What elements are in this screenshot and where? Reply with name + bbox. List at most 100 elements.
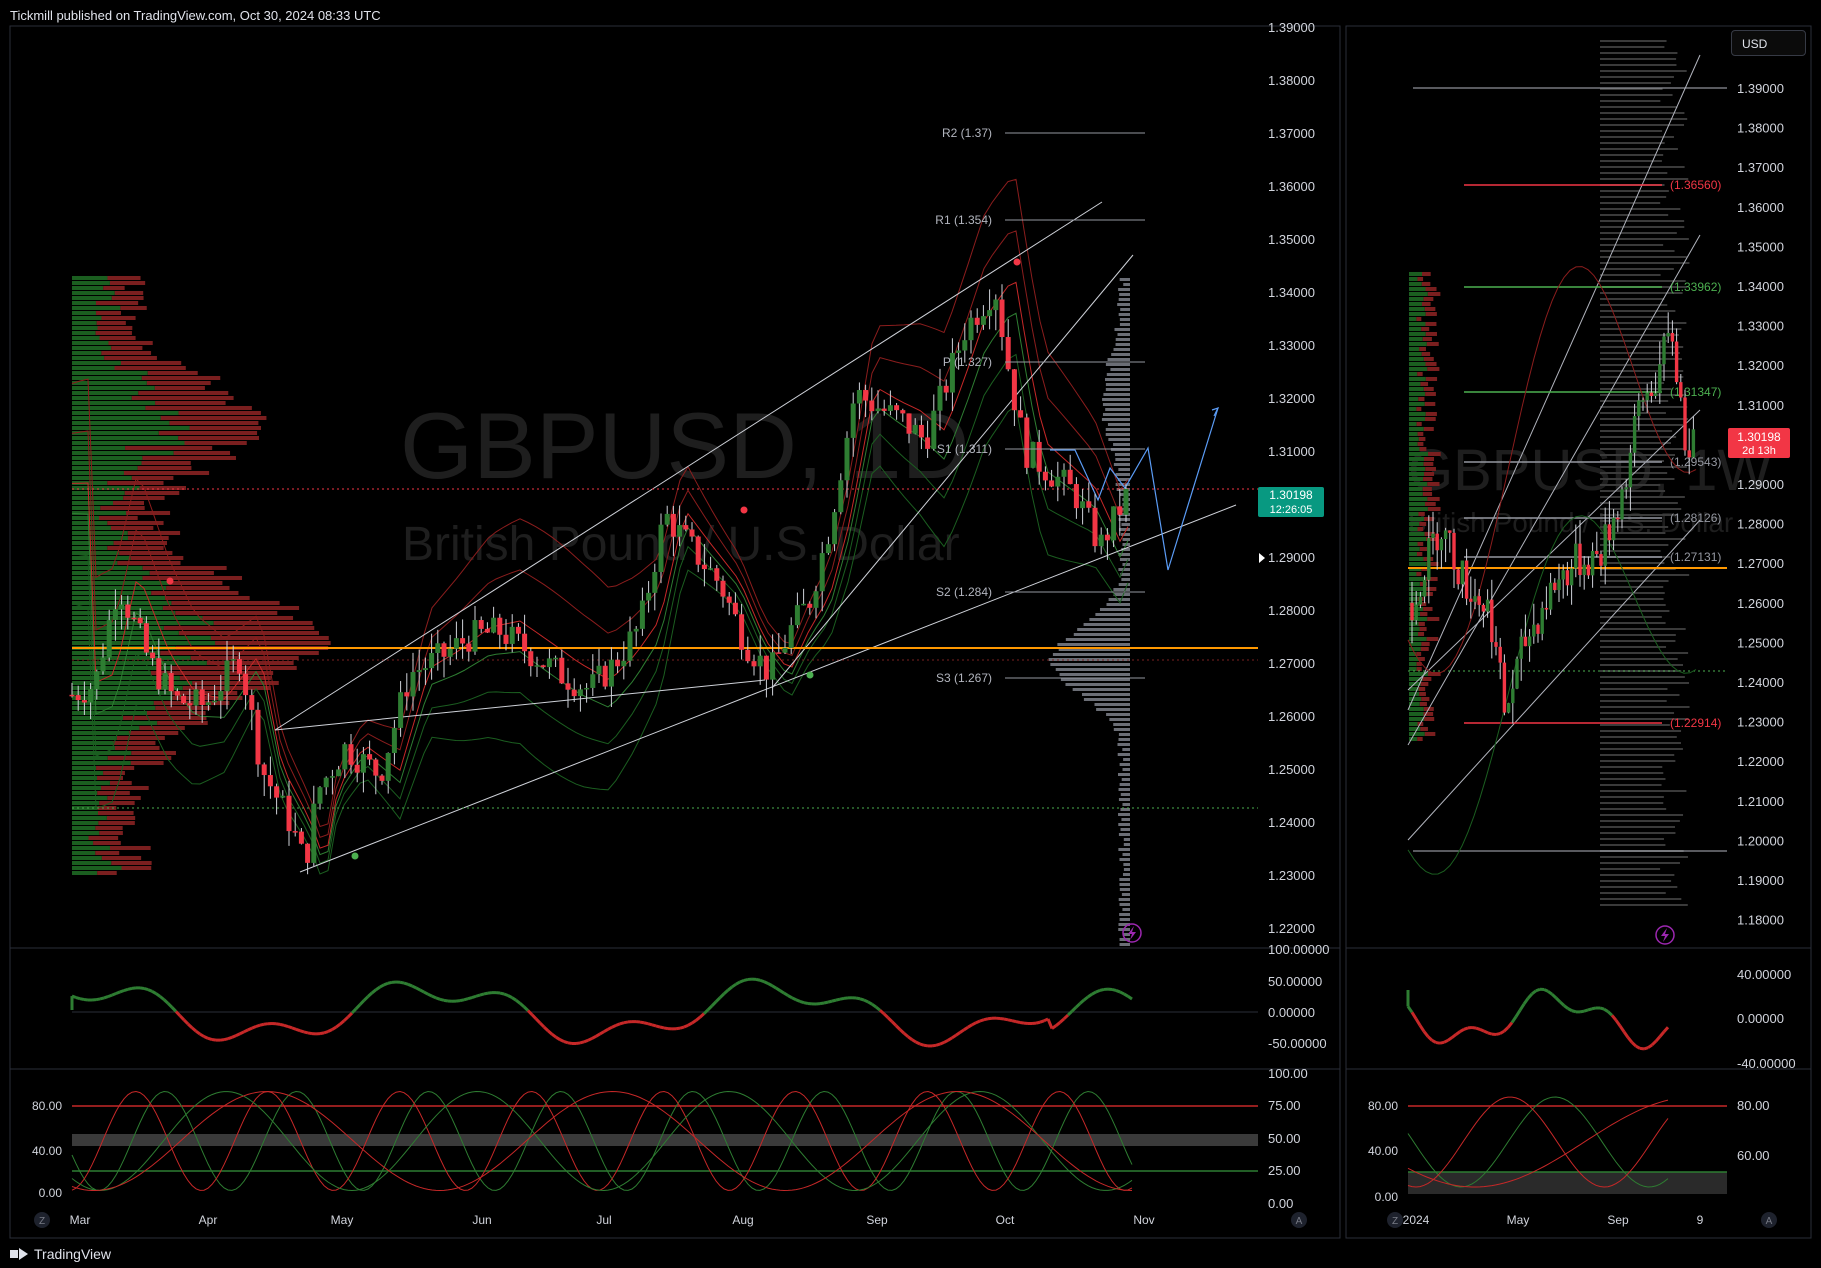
chart-layout: GBPUSD, 1D British Pound / U.S. Dollar G… [9,20,1812,1239]
osc-segment [1439,1040,1445,1045]
osc-segment [1630,1041,1638,1048]
volume-profile-bar [1409,447,1420,451]
volume-profile-bar [1117,773,1130,776]
osc-segment [155,992,161,998]
volume-profile-bar [72,561,118,565]
osc-segment [259,1022,265,1027]
osc-segment [499,991,505,996]
volume-profile-bar [1427,617,1440,621]
candle [1582,564,1586,576]
volume-profile-bar [1422,492,1433,496]
candle [1506,703,1511,713]
osc-segment [534,1017,542,1024]
osc-segment [714,996,722,1003]
side-scale-a-button[interactable]: A [1761,1212,1777,1228]
osc-segment [1535,987,1541,993]
osc-segment [639,1020,645,1025]
osc-segment [303,1030,309,1035]
osc-segment [647,1022,653,1027]
volume-profile-bar [110,526,154,530]
candle [348,744,354,765]
footer-brand[interactable]: TradingView [10,1246,111,1262]
volume-profile-bar [1409,277,1418,281]
osc-segment [907,1035,913,1041]
time-tick-label: May [331,1213,354,1227]
main-scale-z-button[interactable]: Z [34,1212,50,1228]
osc-segment [763,980,769,985]
price-tick-label: 1.24000 [1737,675,1784,690]
candle [732,602,738,615]
candle [974,317,980,325]
bolt-icon[interactable] [1655,925,1675,945]
volume-profile-bar [1600,214,1669,216]
osc-segment [823,1000,829,1005]
volume-profile-bar [1600,856,1688,858]
volume-profile-bar [93,841,121,845]
osc-segment [1547,990,1553,996]
volume-profile-bar [1121,818,1130,821]
price-tick-label: 1.18000 [1737,913,1784,928]
candle [1553,582,1557,591]
volume-profile-bar [72,556,131,560]
candle [373,759,379,776]
osc-segment [1583,1008,1589,1013]
volume-profile-bar [1409,307,1425,311]
volume-profile-bar [1419,447,1427,451]
volume-profile-bar [72,466,138,470]
volume-profile-bar [72,281,110,285]
osc-segment [295,1027,301,1033]
osc-segment [1662,1026,1670,1033]
osc-segment [890,1020,898,1027]
time-tick-label: Jun [472,1213,491,1227]
osc-tick-label: 50.00000 [1268,974,1322,989]
candle [993,299,999,311]
osc-segment [195,1029,201,1036]
volume-profile-bar [95,826,123,830]
volume-profile-bar [1600,100,1661,102]
osc-segment [1055,1021,1061,1027]
volume-profile-bar [1600,724,1670,726]
osc-segment [1455,1030,1461,1036]
volume-profile-bar [1600,886,1678,888]
currency-button[interactable]: USD [1731,30,1806,56]
osc-segment [1099,987,1105,992]
volume-profile-bar [72,421,170,425]
price-tick-label: 1.36000 [1268,179,1315,194]
price-tick-label: 1.32000 [1268,391,1315,406]
osc-segment [955,1031,961,1037]
volume-profile-bar [72,511,127,515]
volume-profile-bar [72,671,151,675]
volume-profile-bar [72,731,130,735]
volume-profile-bar [146,381,211,385]
volume-profile-bar [1419,347,1426,351]
osc-tick-label: 0.00000 [1737,1011,1784,1026]
osc-segment [1015,1020,1021,1024]
osc-segment [207,1036,213,1041]
volume-profile-bar [1409,462,1424,466]
candle [1557,579,1561,591]
osc-segment [1406,1005,1414,1014]
osc-segment [727,985,733,992]
volume-profile-bar [1418,632,1425,636]
candle [1086,501,1092,508]
level-label: (1.31347) [1670,385,1721,399]
volume-profile-bar [1418,512,1425,516]
osc-segment [403,981,409,986]
volume-profile-bar [1600,682,1690,684]
main-scale-a-button[interactable]: A [1291,1212,1307,1228]
volume-profile-bar [72,856,102,860]
volume-profile-bar [72,756,108,760]
volume-profile-bar [1081,693,1130,696]
volume-profile-bar [162,606,300,610]
candle [739,614,745,650]
volume-profile-bar [1600,352,1680,354]
volume-profile-bar [1425,417,1436,421]
neutral-zone [72,1134,1258,1146]
volume-profile-bar [97,871,117,875]
side-scale-z-button[interactable]: Z [1387,1212,1403,1228]
volume-profile-bar [1600,640,1676,642]
candle [1067,469,1073,485]
candle [336,769,342,777]
volume-profile-bar [1600,40,1667,42]
osc-segment [95,997,101,1002]
